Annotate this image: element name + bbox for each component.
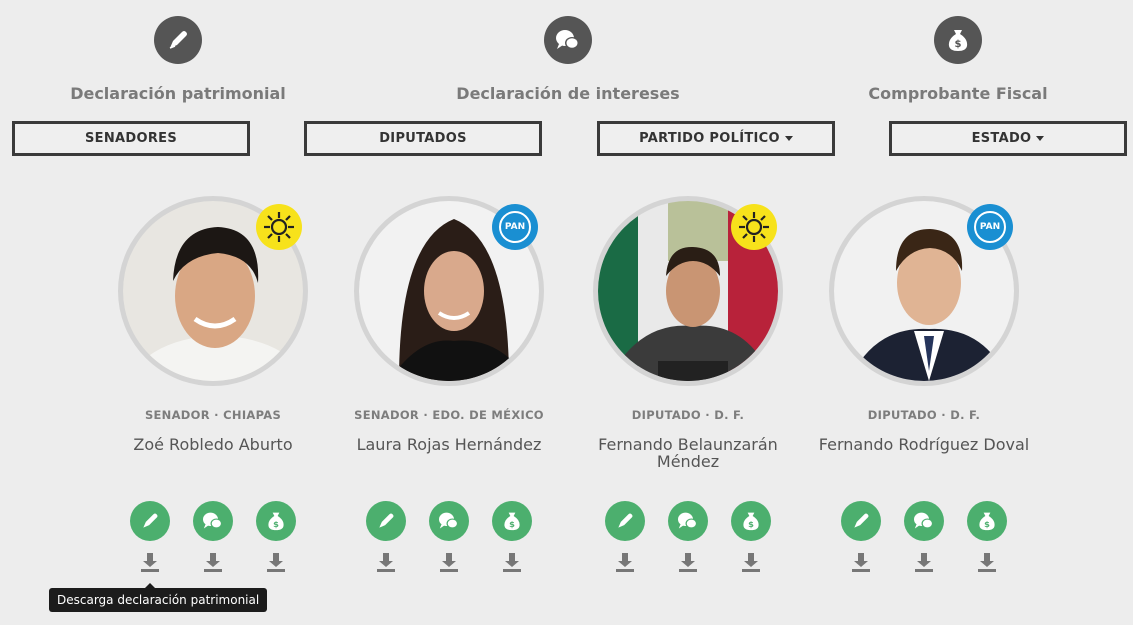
legend-patrimonial: Declaración patrimonial: [58, 16, 298, 103]
download-icon[interactable]: [841, 551, 881, 573]
legend-label: Comprobante Fiscal: [868, 84, 1048, 103]
photo-wrapper: [593, 196, 783, 386]
money-bag-icon[interactable]: $: [731, 501, 771, 541]
svg-text:$: $: [955, 39, 962, 50]
fiscal-action: $: [256, 501, 296, 573]
legislator-name: Laura Rojas Hernández: [356, 435, 542, 454]
fiscal-action: $: [967, 501, 1007, 573]
svg-text:$: $: [984, 519, 990, 529]
filter-diputados-button[interactable]: DIPUTADOS: [304, 121, 542, 156]
legislator-name: Fernando Belaunzarán Méndez: [598, 435, 778, 471]
legislator-role: DIPUTADO · D. F.: [867, 408, 981, 422]
money-bag-icon[interactable]: $: [256, 501, 296, 541]
patrimonial-action: [130, 501, 170, 573]
legislator-card: SENADOR · CHIAPAS Zoé Robledo Aburto $: [95, 196, 331, 572]
caret-down-icon: [784, 136, 793, 141]
photo-wrapper: PAN: [354, 196, 544, 386]
document-actions: $: [570, 501, 806, 573]
fiscal-action: $: [731, 501, 771, 573]
filter-label: DIPUTADOS: [379, 131, 467, 146]
download-icon[interactable]: [731, 551, 771, 573]
legislator-role: DIPUTADO · D. F.: [631, 408, 745, 422]
legislator-grid: SENADOR · CHIAPAS Zoé Robledo Aburto $ P…: [0, 196, 1133, 616]
pan-logo-icon: PAN: [492, 204, 538, 250]
download-icon[interactable]: [967, 551, 1007, 573]
pen-icon[interactable]: [130, 501, 170, 541]
download-icon[interactable]: [668, 551, 708, 573]
patrimonial-action: [605, 501, 645, 573]
legislator-role: SENADOR · EDO. DE MÉXICO: [354, 408, 544, 422]
download-icon[interactable]: [429, 551, 469, 573]
photo-wrapper: PAN: [829, 196, 1019, 386]
document-actions: $: [95, 501, 331, 573]
download-icon[interactable]: [130, 551, 170, 573]
legislator-role: SENADOR · CHIAPAS: [144, 408, 282, 422]
download-icon[interactable]: [193, 551, 233, 573]
filter-estado-dropdown[interactable]: ESTADO: [889, 121, 1127, 156]
intereses-action: [904, 501, 944, 573]
chat-bubbles-icon: [544, 16, 592, 64]
money-bag-icon[interactable]: $: [492, 501, 532, 541]
legislator-card: PAN DIPUTADO · D. F. Fernando Rodríguez …: [806, 196, 1042, 572]
legislator-name: Zoé Robledo Aburto: [133, 435, 293, 454]
pen-icon: [154, 16, 202, 64]
filter-bar: SENADORES DIPUTADOS PARTIDO POLÍTICO EST…: [0, 121, 1133, 156]
photo-wrapper: [118, 196, 308, 386]
legislator-card: PAN SENADOR · EDO. DE MÉXICO Laura Rojas…: [331, 196, 567, 572]
filter-label: PARTIDO POLÍTICO: [639, 131, 780, 146]
pen-icon[interactable]: [366, 501, 406, 541]
money-bag-icon: $: [934, 16, 982, 64]
chat-bubbles-icon[interactable]: [904, 501, 944, 541]
chat-bubbles-icon[interactable]: [668, 501, 708, 541]
intereses-action: [429, 501, 469, 573]
pan-logo-text: PAN: [499, 211, 531, 243]
chat-bubbles-icon[interactable]: [193, 501, 233, 541]
patrimonial-action: [841, 501, 881, 573]
download-icon[interactable]: [605, 551, 645, 573]
legend-intereses: Declaración de intereses: [448, 16, 688, 103]
legislator-card: DIPUTADO · D. F. Fernando Belaunzarán Mé…: [570, 196, 806, 572]
money-bag-icon[interactable]: $: [967, 501, 1007, 541]
patrimonial-action: [366, 501, 406, 573]
document-actions: $: [806, 501, 1042, 573]
legend-label: Declaración patrimonial: [70, 84, 286, 103]
legend: Declaración patrimonial Declaración de i…: [0, 16, 1133, 106]
filter-label: SENADORES: [85, 131, 177, 146]
chat-bubbles-icon[interactable]: [429, 501, 469, 541]
caret-down-icon: [1036, 136, 1045, 141]
legend-label: Declaración de intereses: [456, 84, 680, 103]
svg-text:$: $: [748, 519, 754, 529]
intereses-action: [668, 501, 708, 573]
pan-logo-icon: PAN: [967, 204, 1013, 250]
fiscal-action: $: [492, 501, 532, 573]
prd-logo-icon: [731, 204, 777, 250]
svg-text:$: $: [273, 519, 279, 529]
filter-label: ESTADO: [971, 131, 1032, 146]
filter-senadores-button[interactable]: SENADORES: [12, 121, 250, 156]
filter-partido-dropdown[interactable]: PARTIDO POLÍTICO: [597, 121, 835, 156]
intereses-action: [193, 501, 233, 573]
pen-icon[interactable]: [841, 501, 881, 541]
prd-logo-icon: [256, 204, 302, 250]
tooltip-arrow: [145, 583, 155, 588]
download-icon[interactable]: [492, 551, 532, 573]
legend-fiscal: $ Comprobante Fiscal: [838, 16, 1078, 103]
document-actions: $: [331, 501, 567, 573]
pen-icon[interactable]: [605, 501, 645, 541]
download-tooltip: Descarga declaración patrimonial: [49, 583, 268, 612]
download-icon[interactable]: [366, 551, 406, 573]
legislator-name: Fernando Rodríguez Doval: [818, 435, 1030, 454]
svg-text:$: $: [509, 519, 515, 529]
tooltip-text: Descarga declaración patrimonial: [57, 593, 260, 607]
pan-logo-text: PAN: [974, 211, 1006, 243]
download-icon[interactable]: [904, 551, 944, 573]
download-icon[interactable]: [256, 551, 296, 573]
